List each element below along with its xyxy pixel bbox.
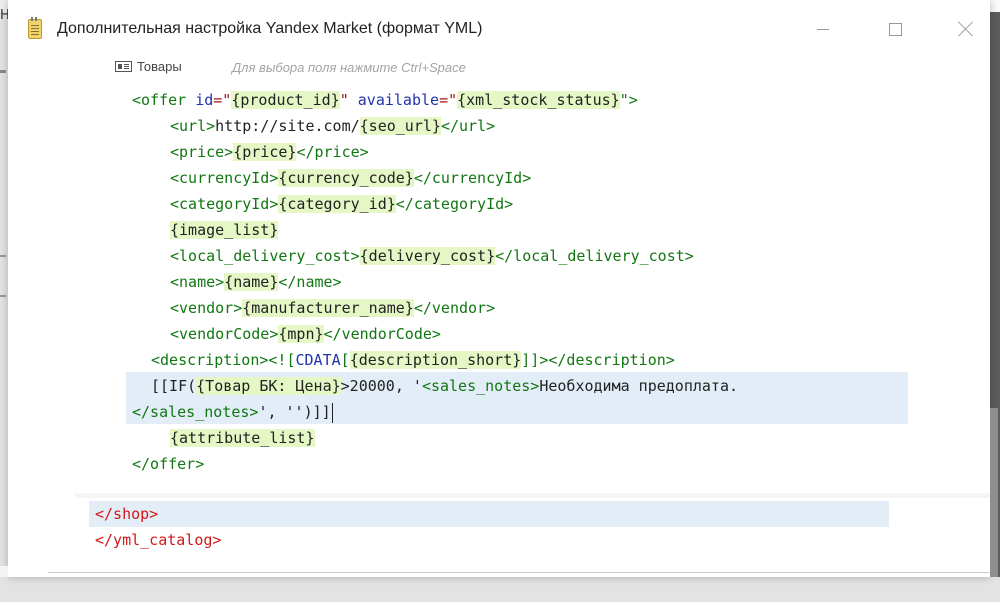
scrollbar-thumb[interactable]	[990, 408, 998, 577]
template-editor[interactable]: <offer id="{product_id}" available="{xml…	[115, 80, 915, 493]
code-line: [[IF({Товар БК: Цена}>20000, '<sales_not…	[151, 377, 739, 395]
background-app-edge-top	[990, 0, 1000, 12]
close-button[interactable]	[946, 14, 986, 44]
product-card-icon	[115, 61, 132, 72]
code-line: <categoryId>{category_id}</categoryId>	[170, 195, 514, 213]
field-selection-hint: Для выбора поля нажмите Ctrl+Space	[232, 60, 466, 75]
code-line: {attribute_list}	[170, 429, 315, 447]
code-line: <offer id="{product_id}" available="{xml…	[132, 91, 638, 109]
code-line: <name>{name}</name>	[170, 273, 342, 291]
code-line: </yml_catalog>	[95, 531, 222, 549]
code-line: <local_delivery_cost>{delivery_cost}</lo…	[170, 247, 694, 265]
code-lines: <offer id="{product_id}" available="{xml…	[115, 80, 915, 522]
title-bar[interactable]: Дополнительная настройка Yandex Market (…	[8, 0, 990, 60]
code-line: <url>http://site.com/{seo_url}</url>	[170, 117, 496, 135]
code-line: <vendorCode>{mpn}</vendorCode>	[170, 325, 441, 343]
code-line: </offer>	[132, 455, 205, 473]
minimize-button[interactable]	[803, 14, 843, 44]
code-line: <currencyId>{currency_code}</currencyId>	[170, 169, 532, 187]
background-app-line	[0, 255, 6, 257]
code-line: </shop>	[95, 505, 159, 523]
maximize-icon	[888, 22, 902, 36]
code-line: </sales_notes>', '')]]	[132, 402, 333, 423]
code-line: {image_list}	[170, 221, 279, 239]
footer-editor[interactable]: </shop> </yml_catalog>	[75, 498, 903, 566]
footer-code-lines: </shop> </yml_catalog>	[75, 498, 903, 602]
background-app-line	[0, 70, 6, 73]
minimize-icon	[817, 28, 829, 30]
dialog-bottom-border	[48, 572, 990, 573]
products-field-label: Товары	[137, 59, 182, 74]
window-title: Дополнительная настройка Yandex Market (…	[57, 20, 483, 37]
notepad-icon	[28, 17, 42, 39]
maximize-button[interactable]	[875, 14, 915, 44]
code-line: <price>{price}</price>	[170, 143, 369, 161]
dialog-window: Дополнительная настройка Yandex Market (…	[8, 0, 998, 577]
code-line: <vendor>{manufacturer_name}</vendor>	[170, 299, 496, 317]
text-caret	[331, 402, 333, 423]
code-line: <description><![CDATA[{description_short…	[151, 351, 675, 369]
close-icon	[958, 21, 974, 37]
background-app-bottom	[0, 566, 8, 577]
background-app-line	[0, 295, 6, 297]
products-field-button[interactable]: Товары	[115, 59, 182, 74]
